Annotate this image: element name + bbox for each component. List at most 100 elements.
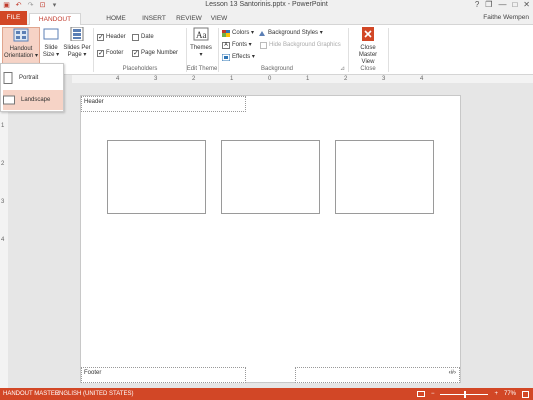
window-controls: ? ❐ — □ ✕ <box>475 0 530 10</box>
slide-placeholder[interactable] <box>107 140 206 214</box>
help-icon[interactable]: ? <box>475 0 479 10</box>
tab-review[interactable]: REVIEW <box>174 13 204 25</box>
ribbon-separator <box>388 28 389 72</box>
user-name[interactable]: Faithe Wempen <box>483 14 529 21</box>
background-group-label: Background <box>260 66 294 72</box>
ruler-tick-label: 3 <box>154 76 158 82</box>
handout-orientation-button[interactable]: Handout Orientation ▾ <box>2 27 40 65</box>
date-checkbox-label: Date <box>141 34 154 40</box>
page-number-check-icon <box>132 49 139 58</box>
ribbon-tabs: FILE HANDOUT MASTER HOME INSERT REVIEW V… <box>0 11 533 35</box>
background-styles-label: Background Styles ▾ <box>268 30 323 36</box>
background-dialog-launcher-icon[interactable]: ⊿ <box>340 65 345 74</box>
placeholders-group-label: Placeholders <box>122 66 158 72</box>
themes-button[interactable]: Aa Themes ▾ <box>189 27 213 65</box>
ruler-tick-label: 4 <box>1 237 5 243</box>
landscape-icon <box>3 95 15 105</box>
ribbon-separator <box>93 28 94 72</box>
slide-size-label: Slide Size ▾ <box>42 45 60 58</box>
header-checkbox-label: Header <box>106 34 126 40</box>
themes-icon: Aa <box>193 27 209 41</box>
ruler-tick-label: 1 <box>230 76 234 82</box>
zoom-controls: − + 77% <box>416 388 529 400</box>
ruler-tick-label: 3 <box>382 76 386 82</box>
handout-orientation-menu: Portrait Landscape <box>0 63 64 112</box>
tab-insert[interactable]: INSERT <box>140 13 168 25</box>
ruler-tick-label: 2 <box>1 161 5 167</box>
footer-placeholder[interactable]: Footer <box>81 367 246 383</box>
window-title: Lesson 13 Santorinis.pptx - PowerPoint <box>205 1 328 8</box>
slide-placeholder[interactable] <box>335 140 434 214</box>
header-placeholder-label: Header <box>84 99 104 105</box>
ruler-tick-label: 2 <box>344 76 348 82</box>
ruler-tick-label: 3 <box>1 199 5 205</box>
normal-view-icon[interactable] <box>416 391 425 397</box>
ruler-tick-label: 4 <box>420 76 424 82</box>
tab-home[interactable]: HOME <box>103 13 129 25</box>
ribbon-separator <box>348 28 349 72</box>
title-bar: ▣ ↶ ↷ ⊡ ▾ Lesson 13 Santorinis.pptx - Po… <box>0 0 533 11</box>
ruler-tick-label: 2 <box>192 76 196 82</box>
zoom-out-button[interactable]: − <box>431 388 435 400</box>
close-master-view-button[interactable]: Close Master View <box>350 27 386 65</box>
footer-placeholder-label: Footer <box>84 370 102 376</box>
slides-per-page-label: Slides Per Page ▾ <box>63 45 91 58</box>
ruler-tick-label: 0 <box>268 76 272 82</box>
handout-page[interactable]: Header Footer ‹#› <box>80 95 461 383</box>
tab-view[interactable]: VIEW <box>208 13 230 25</box>
horizontal-ruler: 4 3 2 1 0 1 2 3 4 <box>72 75 533 83</box>
portrait-label: Portrait <box>19 75 39 81</box>
date-checkbox[interactable]: Date <box>132 33 154 42</box>
fonts-label: Fonts ▾ <box>232 42 252 48</box>
close-master-view-icon <box>362 27 374 41</box>
footer-checkbox[interactable]: Footer <box>97 49 123 58</box>
page-number-checkbox[interactable]: Page Number <box>132 49 178 58</box>
ruler-tick-label: 4 <box>116 76 120 82</box>
effects-label: Effects ▾ <box>232 54 255 60</box>
zoom-level[interactable]: 77% <box>504 388 516 400</box>
ruler-tick-label: 1 <box>1 123 5 129</box>
ribbon-display-options-icon[interactable]: ❐ <box>485 0 492 10</box>
header-checkbox[interactable]: Header <box>97 33 126 42</box>
slides-per-page-button[interactable]: Slides Per Page ▾ <box>62 26 92 65</box>
background-styles-icon <box>259 31 265 36</box>
zoom-in-button[interactable]: + <box>494 388 498 400</box>
landscape-option[interactable]: Landscape <box>3 90 63 110</box>
handout-orientation-label: Handout Orientation ▾ <box>3 46 39 59</box>
page-number-placeholder[interactable]: ‹#› <box>295 367 460 383</box>
handout-orientation-icon <box>13 28 29 42</box>
fit-to-window-icon[interactable] <box>522 390 529 398</box>
portrait-option[interactable]: Portrait <box>3 68 63 88</box>
svg-text:Aa: Aa <box>196 30 207 40</box>
slide-placeholder[interactable] <box>221 140 320 214</box>
colors-dropdown[interactable]: Colors ▾ <box>222 29 254 38</box>
zoom-slider[interactable] <box>440 390 489 398</box>
close-button[interactable]: ✕ <box>523 0 530 10</box>
effects-dropdown[interactable]: Effects ▾ <box>222 53 255 62</box>
ribbon-separator <box>218 28 219 72</box>
close-group-label: Close <box>360 66 376 72</box>
ruler-tick-label: 1 <box>306 76 310 82</box>
date-check-icon <box>132 34 139 41</box>
hide-background-graphics-checkbox[interactable]: Hide Background Graphics <box>260 41 341 50</box>
header-placeholder[interactable]: Header <box>81 96 246 112</box>
hide-background-graphics-check-icon <box>260 42 267 49</box>
edit-theme-group-label: Edit Theme <box>186 66 218 72</box>
footer-check-icon <box>97 49 104 58</box>
colors-label: Colors ▾ <box>232 30 255 36</box>
slides-per-page-icon <box>70 26 84 42</box>
tab-file[interactable]: FILE <box>0 11 27 25</box>
header-check-icon <box>97 33 104 42</box>
colors-icon <box>222 30 230 37</box>
page-number-checkbox-label: Page Number <box>141 50 179 56</box>
fonts-dropdown[interactable]: A Fonts ▾ <box>222 41 252 50</box>
language-status[interactable]: ENGLISH (UNITED STATES) <box>55 388 133 400</box>
minimize-button[interactable]: — <box>498 0 506 10</box>
slide-size-icon <box>43 28 59 40</box>
maximize-button[interactable]: □ <box>512 0 517 10</box>
ribbon: Handout Orientation ▾ Slide Size ▾ Slide… <box>0 25 533 75</box>
footer-checkbox-label: Footer <box>106 50 124 56</box>
slide-size-button[interactable]: Slide Size ▾ <box>42 27 60 65</box>
themes-label: Themes ▾ <box>190 45 212 58</box>
background-styles-dropdown[interactable]: Background Styles ▾ <box>258 29 323 38</box>
